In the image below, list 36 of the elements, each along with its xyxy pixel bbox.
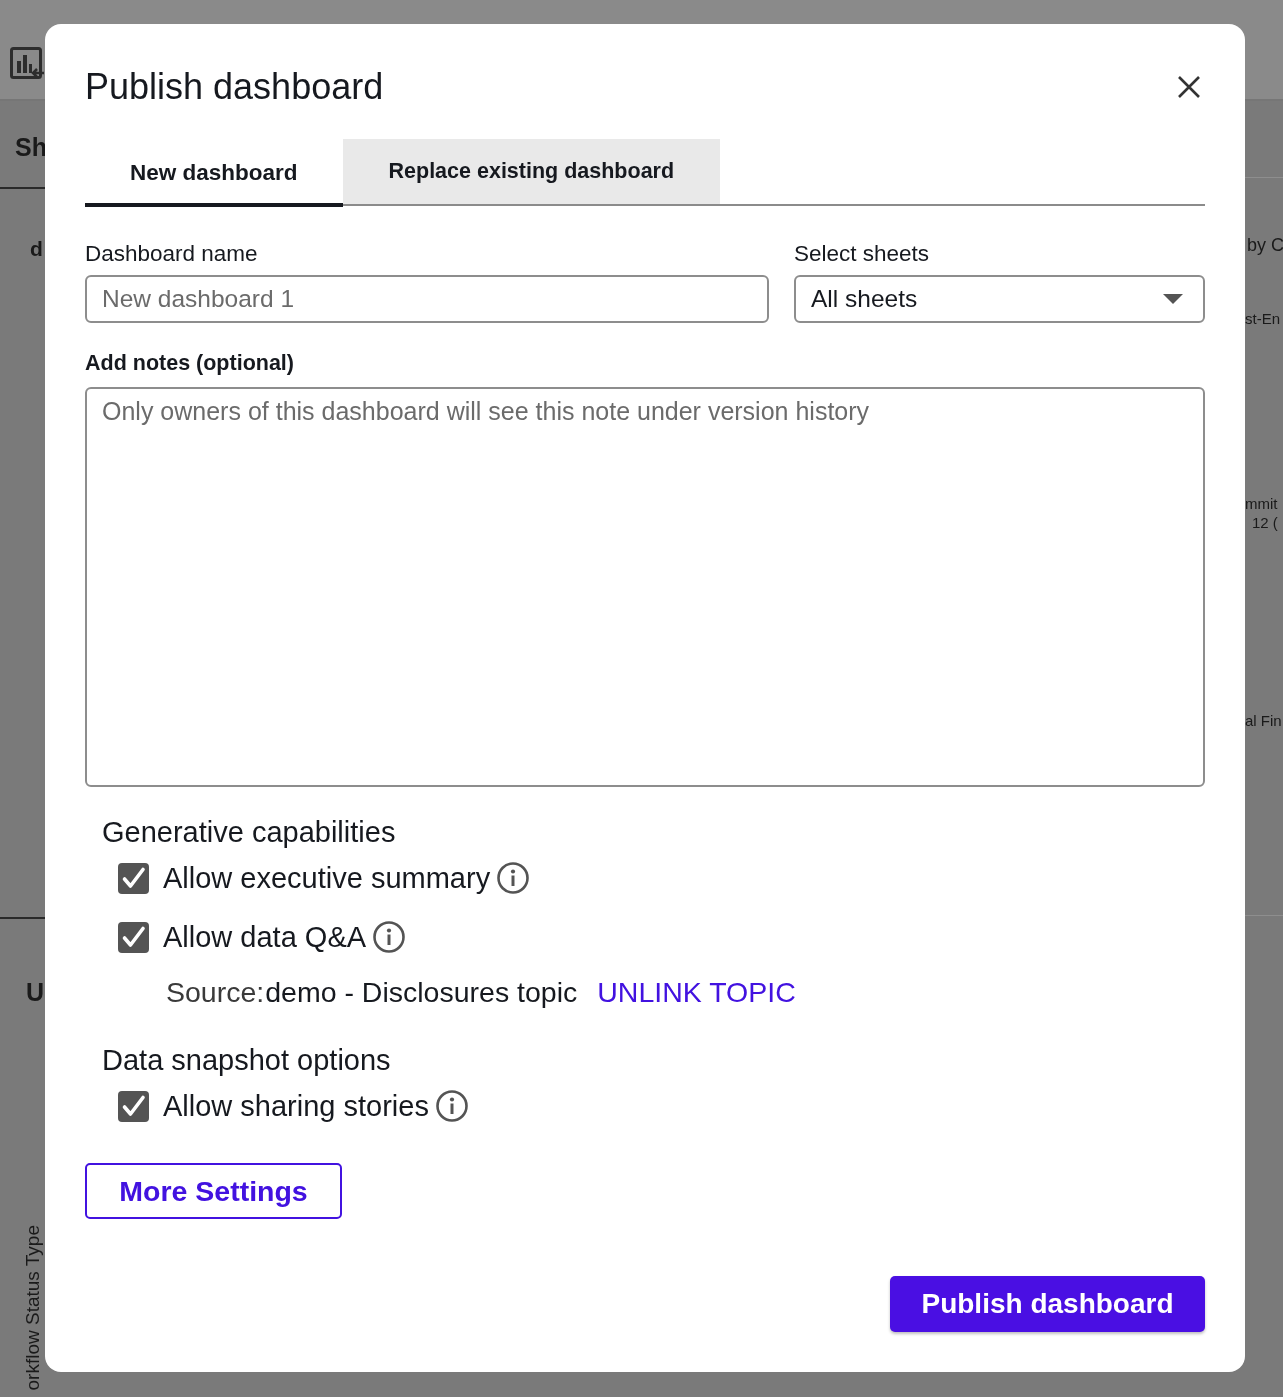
dashboard-name-field[interactable]: New dashboard 1 <box>85 275 769 323</box>
unlink-topic-link[interactable]: UNLINK TOPIC <box>597 975 796 1009</box>
chart-heading: Sh <box>15 132 45 162</box>
field-label: Select sheets <box>794 241 931 267</box>
chart-heading: d <box>30 237 43 261</box>
checkbox[interactable] <box>118 921 149 953</box>
checkbox[interactable] <box>118 862 149 894</box>
publish-button[interactable]: Publish dashboard <box>890 1276 1205 1332</box>
checkbox[interactable] <box>118 1090 149 1122</box>
section-title: Generative capabilities <box>102 816 397 848</box>
close-icon[interactable] <box>1177 75 1201 99</box>
sheet-select[interactable]: All sheets <box>794 275 1205 323</box>
info-icon[interactable] <box>373 921 406 953</box>
chart-label: by C <box>1247 234 1283 257</box>
field-label: Add notes (optional) <box>85 350 295 376</box>
field-label: Dashboard name <box>85 241 259 267</box>
tab[interactable]: Replace existing dashboard <box>342 139 721 204</box>
dialog-title: Publish dashboard <box>85 67 384 107</box>
checkbox-label: Allow sharing stories <box>163 1089 429 1124</box>
source-label: Source: <box>166 975 265 1009</box>
caret-icon <box>1163 294 1183 304</box>
topic-name: demo - Disclosures topic <box>265 975 578 1009</box>
section-title: Data snapshot options <box>102 1044 392 1076</box>
notes-field[interactable]: Only owners of this dashboard will see this note under version history <box>85 387 1205 787</box>
info-icon[interactable] <box>435 1090 468 1122</box>
chart-label: 12 ( <box>1252 514 1278 532</box>
chart-heading: U <box>26 977 45 1007</box>
chart-icon[interactable] <box>10 47 44 81</box>
more-settings-button[interactable]: More Settings <box>85 1163 342 1219</box>
chart-label: st-En <box>1245 310 1280 328</box>
chart-label: mmit <box>1245 495 1278 513</box>
chart-label: al Fin <box>1245 712 1282 730</box>
checkbox-label: Allow executive summary <box>163 861 491 896</box>
checkbox-label: Allow data Q&A <box>163 920 367 955</box>
info-icon[interactable] <box>497 862 530 894</box>
axis-title: orkflow Status Type <box>22 1225 44 1391</box>
